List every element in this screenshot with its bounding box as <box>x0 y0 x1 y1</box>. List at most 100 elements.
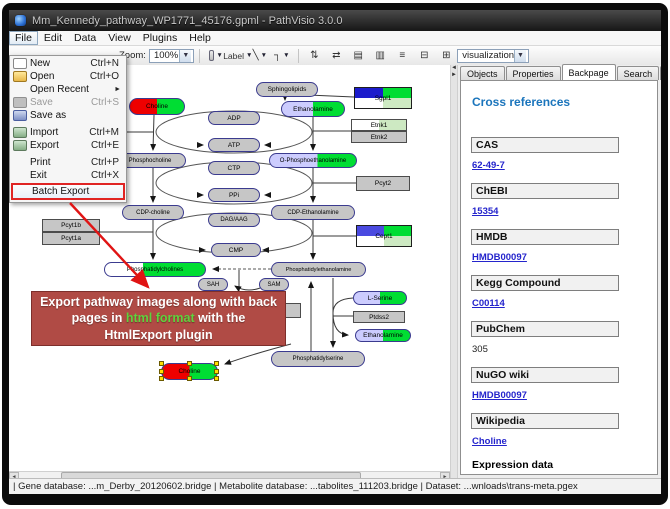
tab-backpage[interactable]: Backpage <box>562 64 616 80</box>
tab-objects[interactable]: Objects <box>460 66 505 80</box>
collapse-right-icon[interactable]: ► <box>451 72 457 79</box>
crossref-link[interactable]: 62-49-7 <box>472 160 505 171</box>
node-label: Etnk2 <box>352 132 406 142</box>
node-etnk1[interactable]: Etnk1 <box>351 119 407 131</box>
selection-handle[interactable] <box>159 376 164 381</box>
node-label: CDP-choline <box>123 206 183 219</box>
node-atp[interactable]: ATP <box>208 138 260 152</box>
crossref-header-nugo-wiki: NuGO wiki <box>471 367 619 383</box>
file-menu-item-save-as[interactable]: Save as <box>11 109 125 122</box>
chevron-down-icon[interactable]: ▼ <box>179 50 191 62</box>
crossref-link[interactable]: Choline <box>472 436 507 447</box>
backpage-panel: Cross references CAS62-49-7ChEBI15354HMD… <box>460 80 658 475</box>
file-menu-item-import[interactable]: ImportCtrl+M <box>11 126 125 139</box>
node-sgpl1[interactable]: Sgpl1 <box>354 87 412 109</box>
node-cdp-ethanolamine[interactable]: CDP-Ethanolamine <box>271 205 355 220</box>
file-menu-item-batch-export[interactable]: Batch Export <box>11 183 125 200</box>
node-label: Ethanolamine <box>282 102 344 116</box>
common-height-icon[interactable]: ▥ <box>370 47 390 64</box>
common-width-icon[interactable]: ▤ <box>348 47 368 64</box>
file-menu-item-open-recent[interactable]: Open Recent► <box>11 83 125 96</box>
connector-button[interactable]: ┐▼ <box>272 47 292 64</box>
chevron-down-icon[interactable]: ▼ <box>514 50 526 62</box>
selection-handle[interactable] <box>187 376 192 381</box>
tab-legend[interactable]: Legend <box>660 66 661 80</box>
chevron-down-icon[interactable]: ▼ <box>216 52 222 59</box>
crossref-header-wikipedia: Wikipedia <box>471 413 619 429</box>
crossref-link[interactable]: HMDB00097 <box>472 390 527 401</box>
tab-properties[interactable]: Properties <box>506 66 561 80</box>
zoom-combobox[interactable]: 100% ▼ <box>149 49 194 63</box>
file-menu-item-new[interactable]: NewCtrl+N <box>11 57 125 70</box>
group-icon[interactable]: ⊞ <box>436 47 456 64</box>
tab-search[interactable]: Search <box>617 66 660 80</box>
selection-handle[interactable] <box>214 361 219 366</box>
node-cdp-choline[interactable]: CDP-choline <box>122 205 184 220</box>
menu-item-label: Export <box>30 140 91 151</box>
selection-handle[interactable] <box>214 369 219 374</box>
node-adp[interactable]: ADP <box>208 111 260 125</box>
expression-data-heading: Expression data <box>472 459 553 471</box>
crossref-link[interactable]: C00114 <box>472 298 505 309</box>
node-pemt-stub[interactable] <box>284 303 301 318</box>
node-ctp[interactable]: CTP <box>208 161 260 175</box>
menu-edit[interactable]: Edit <box>38 31 68 45</box>
menu-item-label: Open Recent <box>30 84 114 95</box>
node-sphingolipids[interactable]: Sphingolipids <box>256 82 318 97</box>
align-center-horizontal-icon[interactable]: ⇄ <box>326 47 346 64</box>
node-cept1[interactable]: Cept1 <box>356 225 412 247</box>
selection-handle[interactable] <box>214 376 219 381</box>
node-phosphatidylserine[interactable]: Phosphatidylserine <box>271 351 365 367</box>
node-label: Etnk1 <box>352 120 406 130</box>
menu-plugins[interactable]: Plugins <box>137 31 183 45</box>
node-sah[interactable]: SAH <box>198 278 228 291</box>
selection-handle[interactable] <box>159 361 164 366</box>
node-ppi[interactable]: PPi <box>208 188 260 202</box>
menu-help[interactable]: Help <box>183 31 217 45</box>
submenu-arrow-icon: ► <box>114 86 125 93</box>
file-menu-item-open[interactable]: OpenCtrl+O <box>11 70 125 83</box>
menu-file[interactable]: File <box>9 31 38 45</box>
file-menu-item-exit[interactable]: ExitCtrl+X <box>11 169 125 182</box>
splitter-divider[interactable]: ◄ ► <box>450 65 458 478</box>
selection-handle[interactable] <box>159 369 164 374</box>
chevron-down-icon[interactable]: ▼ <box>261 52 267 59</box>
node-pcyt2[interactable]: Pcyt2 <box>356 176 410 191</box>
line-button[interactable]: ╲▼ <box>250 47 270 64</box>
crossref-link[interactable]: HMDB00097 <box>472 252 527 263</box>
crossref-link[interactable]: 15354 <box>472 206 498 217</box>
align-center-vertical-icon[interactable]: ⇅ <box>304 47 324 64</box>
node-label: PPi <box>209 189 259 201</box>
node-ptdss2[interactable]: Ptdss2 <box>353 311 405 323</box>
file-menu-item-save[interactable]: SaveCtrl+S <box>11 96 125 109</box>
node-pcyt1b[interactable]: Pcyt1b <box>42 219 100 232</box>
collapse-left-icon[interactable]: ◄ <box>451 65 457 72</box>
menu-data[interactable]: Data <box>68 31 102 45</box>
node-ethanolamine-top[interactable]: Ethanolamine <box>281 101 345 117</box>
title-bar[interactable]: Mm_Kennedy_pathway_WP1771_45176.gpml - P… <box>9 10 661 31</box>
file-menu-item-export[interactable]: ExportCtrl+E <box>11 139 125 152</box>
selection-handle[interactable] <box>187 361 192 366</box>
node-label: CDP-Ethanolamine <box>272 206 354 219</box>
node-phosphatidylethanolamine[interactable]: Phosphatidylethanolamine <box>271 262 366 277</box>
visualization-combobox[interactable]: visualization ▼ <box>457 49 529 63</box>
stack-horizontal-icon[interactable]: ⊟ <box>414 47 434 64</box>
menu-view[interactable]: View <box>102 31 137 45</box>
node-dag-aag[interactable]: DAG/AAG <box>208 213 260 227</box>
node-cmp[interactable]: CMP <box>211 243 261 257</box>
menu-item-label: Open <box>30 71 90 82</box>
chevron-down-icon[interactable]: ▼ <box>283 52 289 59</box>
node-pcyt1a[interactable]: Pcyt1a <box>42 232 100 245</box>
label-button[interactable]: Label▼ <box>228 47 248 64</box>
file-menu-item-print[interactable]: PrintCtrl+P <box>11 156 125 169</box>
stack-vertical-icon[interactable]: ≡ <box>392 47 412 64</box>
node-sam[interactable]: SAM <box>259 278 289 291</box>
node-l-serine[interactable]: L-Serine <box>353 291 407 305</box>
node-phosphatidylcholines[interactable]: Phosphatidylcholines <box>104 262 206 277</box>
node-label: Ptdss2 <box>354 312 404 322</box>
node-ethanolamine-bottom[interactable]: Ethanolamine <box>355 329 411 342</box>
node-choline-top[interactable]: Choline <box>129 98 185 115</box>
node-o-phosphoethanolamine[interactable]: O-Phosphoethanolamine <box>269 153 357 168</box>
node-choline-bottom[interactable]: Choline <box>161 363 218 380</box>
node-etnk2[interactable]: Etnk2 <box>351 131 407 143</box>
